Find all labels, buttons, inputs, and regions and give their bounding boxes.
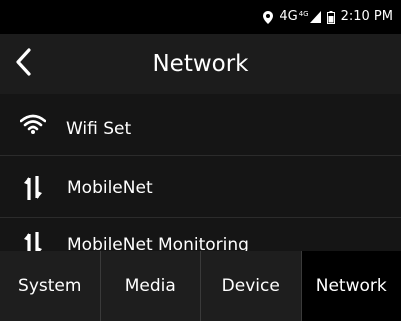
location-pin-icon: [263, 10, 274, 24]
status-time: 2:10 PM: [340, 9, 393, 24]
battery-icon: [326, 10, 335, 24]
tab-system[interactable]: System: [0, 251, 101, 321]
tab-device[interactable]: Device: [201, 251, 302, 321]
list-item-wifi-set[interactable]: Wifi Set: [0, 94, 401, 156]
tab-media[interactable]: Media: [101, 251, 201, 321]
status-bar: 4G 4G 2:10 PM: [0, 0, 401, 34]
mobile-data-arrows-icon: [22, 174, 44, 202]
network-type-label: 4G 4G: [279, 9, 309, 24]
list-item-label: Wifi Set: [66, 119, 132, 139]
header-bar: Network: [0, 34, 401, 94]
mobile-data-arrows-icon: [22, 230, 44, 251]
page-title: Network: [152, 51, 249, 77]
settings-list: Wifi Set MobileNet MobileNet Monitoring: [0, 94, 401, 251]
bottom-tab-bar: System Media Device Network: [0, 251, 401, 321]
status-indicators: 4G 4G 2:10 PM: [257, 10, 393, 24]
list-item-mobilenet-monitoring[interactable]: MobileNet Monitoring: [0, 218, 401, 251]
tab-network[interactable]: Network: [301, 251, 401, 321]
list-item-mobilenet[interactable]: MobileNet: [0, 156, 401, 218]
wifi-icon: [19, 112, 47, 136]
network-superscript: 4G: [298, 10, 309, 18]
cellular-signal-icon: [309, 11, 321, 23]
list-item-label: MobileNet Monitoring: [67, 235, 249, 251]
list-item-label: MobileNet: [67, 178, 153, 198]
